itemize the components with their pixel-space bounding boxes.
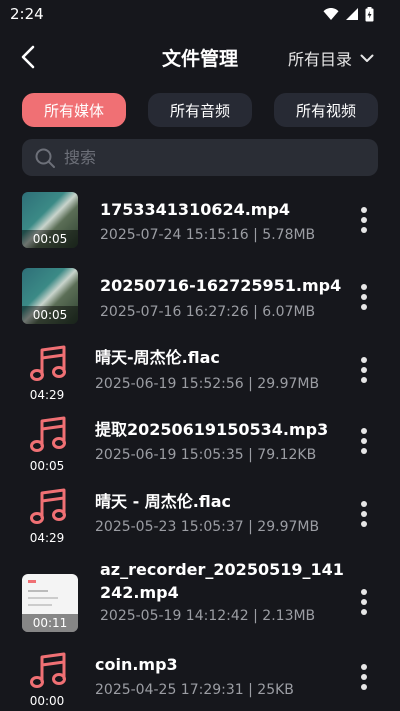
more-options-button[interactable] [355,426,373,456]
thumbnail-content [28,580,36,583]
video-duration: 00:11 [22,614,78,632]
file-meta: 2025-07-16 16:27:26 | 6.07MB [100,304,316,320]
video-thumbnail: 00:11 [22,574,78,632]
file-row[interactable]: 00:05 1753341310624.mp4 2025-07-24 15:15… [0,190,400,262]
more-vertical-icon [361,664,367,690]
music-note-icon [30,416,66,452]
media-tabs: 所有媒体 所有音频 所有视频 [22,93,378,127]
file-name: coin.mp3 [95,655,178,674]
more-vertical-icon [361,207,367,233]
file-meta: 2025-05-19 14:12:42 | 2.13MB [100,608,316,624]
thumbnail-content [28,604,52,606]
status-bar: 2:24 [0,0,400,28]
more-options-button[interactable] [355,587,373,617]
search-box [22,139,378,176]
thumbnail-content [28,590,48,592]
tab-all-audio[interactable]: 所有音频 [148,93,252,127]
file-meta: 2025-04-25 17:29:31 | 25KB [95,682,294,698]
video-thumbnail: 00:05 [22,192,78,248]
music-note-icon [30,652,66,688]
file-row[interactable]: 00:00 coin.mp3 2025-04-25 17:29:31 | 25K… [0,646,400,711]
more-options-button[interactable] [355,205,373,235]
search-icon [35,148,55,168]
more-vertical-icon [361,357,367,383]
file-meta: 2025-05-23 15:05:37 | 29.97MB [95,519,320,535]
file-meta: 2025-06-19 15:05:35 | 79.12KB [95,447,317,463]
header: 文件管理 所有目录 [0,34,400,80]
audio-duration: 00:05 [29,459,65,473]
music-note-icon [30,345,66,381]
file-name: 晴天-周杰伦.flac [95,348,220,367]
signal-icon [346,8,358,20]
more-options-button[interactable] [355,355,373,385]
file-row[interactable]: 04:29 晴天 - 周杰伦.flac 2025-05-23 15:05:37 … [0,482,400,554]
wifi-icon [323,8,339,20]
more-options-button[interactable] [355,282,373,312]
file-row[interactable]: 00:05 提取20250619150534.mp3 2025-06-19 15… [0,410,400,482]
file-list: 00:05 1753341310624.mp4 2025-07-24 15:15… [0,190,400,711]
file-name: 提取20250619150534.mp3 [95,420,329,439]
file-name: 20250716-162725951.mp4 [100,276,342,295]
search-input[interactable] [64,148,364,167]
directory-selector-label: 所有目录 [287,50,352,69]
back-button[interactable] [14,42,44,72]
file-name-continued: 242.mp4 [100,583,179,602]
more-vertical-icon [361,428,367,454]
file-row[interactable]: 00:11 az_recorder_20250519_141 242.mp4 2… [0,554,400,646]
video-duration: 00:05 [22,230,78,248]
file-meta: 2025-07-24 15:15:16 | 5.78MB [100,227,316,243]
battery-icon [365,6,374,21]
file-row[interactable]: 00:05 20250716-162725951.mp4 2025-07-16 … [0,262,400,338]
more-options-button[interactable] [355,499,373,529]
more-vertical-icon [361,589,367,615]
tab-all-video[interactable]: 所有视频 [274,93,378,127]
file-name: az_recorder_20250519_141 [100,560,344,579]
video-duration: 00:05 [22,306,78,324]
more-vertical-icon [361,501,367,527]
more-vertical-icon [361,284,367,310]
audio-duration: 04:29 [29,531,65,545]
audio-duration: 00:00 [29,694,65,708]
more-options-button[interactable] [355,662,373,692]
file-name: 晴天 - 周杰伦.flac [95,492,232,511]
directory-selector[interactable]: 所有目录 [288,46,374,70]
thumbnail-content [28,597,58,599]
audio-duration: 04:29 [29,388,65,402]
chevron-left-icon [21,45,35,69]
chevron-down-icon [360,54,374,62]
video-thumbnail: 00:05 [22,268,78,324]
file-row[interactable]: 04:29 晴天-周杰伦.flac 2025-06-19 15:52:56 | … [0,338,400,410]
tab-all-media[interactable]: 所有媒体 [22,93,126,127]
status-time: 2:24 [10,5,44,23]
file-name: 1753341310624.mp4 [100,200,291,219]
status-icons [323,6,374,22]
file-meta: 2025-06-19 15:52:56 | 29.97MB [95,376,320,392]
music-note-icon [30,488,66,524]
